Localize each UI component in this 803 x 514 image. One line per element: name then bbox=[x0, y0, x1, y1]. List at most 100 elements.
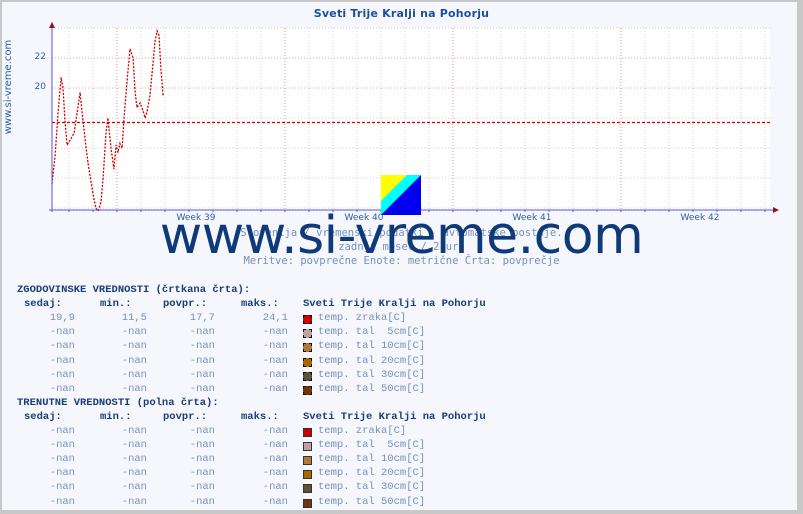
data-point bbox=[160, 69, 162, 71]
data-point bbox=[57, 113, 59, 114]
legend-label: temp. tal 30cm[C] bbox=[318, 481, 426, 494]
cell-sedaj: -nan bbox=[49, 453, 75, 466]
data-point bbox=[107, 117, 109, 119]
cell-povpr: -nan bbox=[189, 495, 215, 508]
cell-sedaj: -nan bbox=[49, 467, 75, 480]
legend-swatch bbox=[303, 442, 312, 452]
data-point bbox=[115, 144, 117, 146]
column-header: povpr.: bbox=[163, 410, 208, 423]
legend-label: temp. tal 50cm[C] bbox=[318, 382, 426, 395]
data-point bbox=[132, 57, 134, 59]
cell-min: -nan bbox=[121, 439, 147, 452]
legend-swatch bbox=[303, 428, 312, 437]
cell-min: -nan bbox=[121, 326, 147, 339]
column-header: maks.: bbox=[241, 298, 279, 311]
legend-swatch bbox=[303, 371, 312, 381]
legend-label: temp. tal 5cm[C] bbox=[318, 326, 426, 339]
side-watermark: www.si-vreme.com bbox=[3, 39, 14, 135]
data-point bbox=[79, 92, 81, 93]
cell-sedaj: -nan bbox=[49, 425, 75, 437]
data-point bbox=[105, 132, 107, 134]
cell-min: -nan bbox=[121, 453, 147, 466]
legend-label: temp. tal 20cm[C] bbox=[318, 467, 426, 480]
cell-min: -nan bbox=[121, 382, 147, 395]
legend-label: temp. tal 20cm[C] bbox=[318, 354, 426, 367]
cell-sedaj: -nan bbox=[49, 439, 75, 452]
legend-label: temp. tal 10cm[C] bbox=[318, 453, 426, 466]
cell-sedaj: -nan bbox=[49, 382, 75, 395]
data-point bbox=[117, 152, 119, 153]
cell-povpr: -nan bbox=[189, 425, 215, 437]
cell-povpr: -nan bbox=[189, 453, 215, 466]
cell-povpr: -nan bbox=[189, 439, 215, 452]
legend-label: temp. tal 50cm[C] bbox=[318, 495, 426, 508]
watermark: www.si-vreme.com bbox=[159, 206, 644, 266]
column-header: sedaj: bbox=[24, 410, 62, 423]
cell-maks: -nan bbox=[262, 481, 288, 494]
legend-swatch bbox=[303, 315, 312, 325]
data-point bbox=[73, 132, 75, 134]
data-point bbox=[144, 117, 146, 119]
data-point bbox=[162, 95, 164, 96]
data-point bbox=[129, 48, 131, 50]
data-point bbox=[54, 155, 56, 156]
cell-maks: -nan bbox=[262, 354, 288, 367]
y-axis-arrow bbox=[49, 22, 55, 28]
data-point bbox=[76, 113, 78, 114]
legend-label: temp. tal 30cm[C] bbox=[318, 368, 426, 381]
legend-swatch bbox=[303, 343, 312, 353]
section-heading: TRENUTNE VREDNOSTI (polna črta): bbox=[17, 396, 219, 409]
data-point bbox=[156, 30, 158, 32]
data-point bbox=[119, 143, 121, 144]
y-tick-label: 22 bbox=[34, 52, 46, 62]
data-point bbox=[136, 107, 138, 108]
data-point bbox=[123, 117, 125, 119]
data-point bbox=[110, 147, 112, 149]
cell-min: -nan bbox=[121, 354, 147, 367]
legend-swatch bbox=[303, 484, 312, 494]
data-point bbox=[121, 147, 123, 149]
data-point bbox=[90, 182, 92, 183]
cell-maks: -nan bbox=[262, 368, 288, 381]
data-point bbox=[60, 77, 62, 78]
cell-maks: -nan bbox=[262, 326, 288, 339]
cell-maks: -nan bbox=[262, 439, 288, 452]
cell-povpr: -nan bbox=[189, 382, 215, 395]
column-header: povpr.: bbox=[163, 298, 208, 311]
data-point bbox=[93, 198, 95, 200]
cell-maks: 24,1 bbox=[262, 312, 288, 325]
data-point bbox=[113, 168, 115, 170]
cell-povpr: -nan bbox=[189, 354, 215, 367]
data-point bbox=[69, 140, 71, 141]
section-heading: ZGODOVINSKE VREDNOSTI (črtkana črta): bbox=[17, 284, 251, 296]
cell-maks: -nan bbox=[262, 425, 288, 437]
data-point bbox=[158, 35, 160, 36]
cell-min: -nan bbox=[121, 495, 147, 508]
cell-povpr: -nan bbox=[189, 340, 215, 353]
cell-min: -nan bbox=[121, 425, 147, 437]
data-point bbox=[151, 72, 153, 74]
station-header: Sveti Trije Kralji na Pohorju bbox=[303, 410, 486, 423]
cell-povpr: 17,7 bbox=[189, 312, 215, 325]
cell-min: 11,5 bbox=[121, 312, 147, 325]
column-header: maks.: bbox=[241, 410, 279, 423]
data-point bbox=[139, 102, 141, 104]
legend-swatch bbox=[303, 385, 312, 395]
data-point bbox=[82, 120, 84, 122]
cell-sedaj: -nan bbox=[49, 340, 75, 353]
data-point bbox=[102, 177, 104, 179]
cell-sedaj: -nan bbox=[49, 481, 75, 494]
column-header: min.: bbox=[100, 410, 132, 423]
cell-maks: -nan bbox=[262, 382, 288, 395]
cell-maks: -nan bbox=[262, 453, 288, 466]
data-point bbox=[142, 110, 144, 111]
y-tick-label: 20 bbox=[34, 82, 46, 92]
cell-min: -nan bbox=[121, 368, 147, 381]
data-point bbox=[100, 201, 102, 203]
data-point bbox=[149, 95, 151, 96]
chart-title: Sveti Trije Kralji na Pohorju bbox=[313, 7, 490, 20]
data-point bbox=[134, 90, 136, 92]
data-point bbox=[62, 87, 64, 89]
cell-sedaj: 19,9 bbox=[49, 312, 75, 325]
column-header: min.: bbox=[100, 298, 132, 311]
